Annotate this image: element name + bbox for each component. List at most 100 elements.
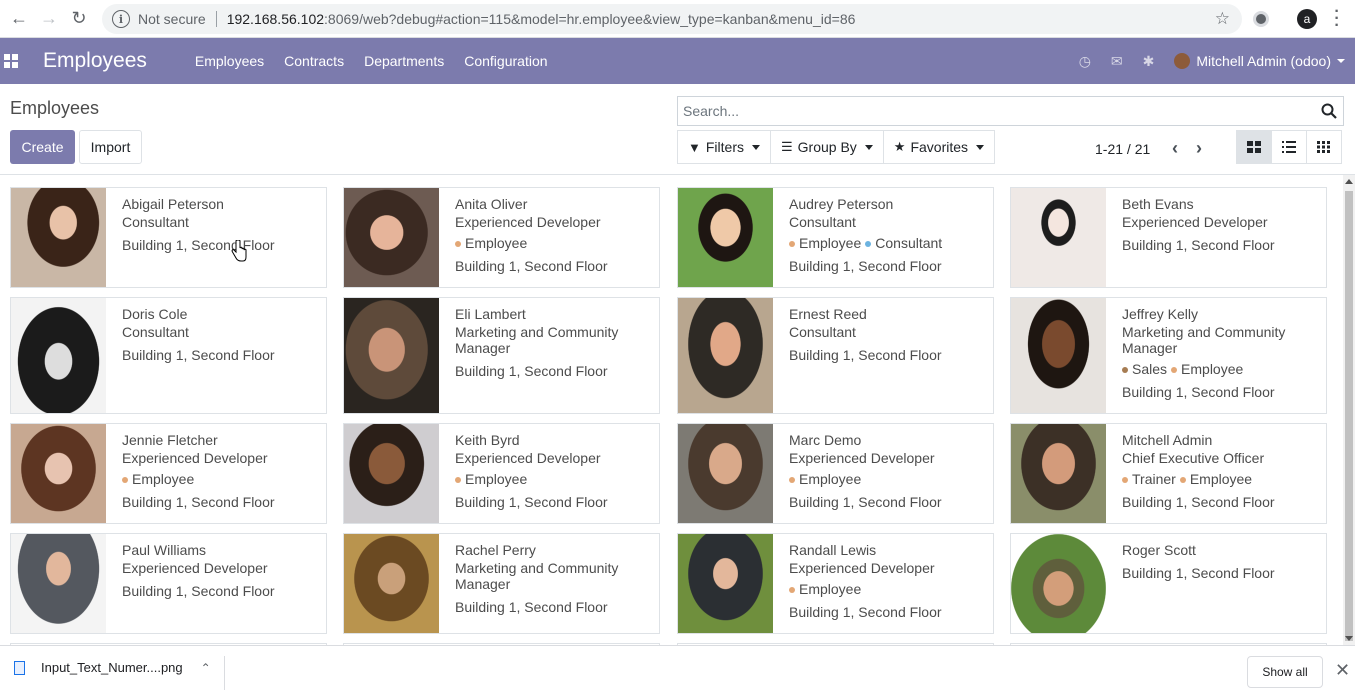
employee-card[interactable]: Randall Lewis Experienced Developer Employ… [677, 533, 994, 634]
pager-value[interactable]: 1-21 / 21 [1095, 141, 1150, 157]
employee-details: Jeffrey Kelly Marketing and Community Man… [1106, 298, 1326, 413]
control-panel: Employees Create Import ▼Filters ☰ Group … [0, 84, 1355, 175]
bookmark-star-icon[interactable]: ☆ [1215, 9, 1230, 29]
download-file-name[interactable]: Input_Text_Numer....png [41, 660, 183, 675]
chevron-down-icon [752, 144, 760, 150]
employee-card[interactable]: Ernest Reed Consultant Building 1, Second … [677, 297, 994, 414]
list-bars-icon: ☰ [781, 139, 793, 154]
employee-job-title: Consultant [122, 214, 189, 230]
show-all-button[interactable]: Show all [1247, 656, 1323, 688]
chat-bubbles-icon[interactable]: ✉ [1111, 53, 1123, 70]
breadcrumb: Employees [10, 98, 100, 118]
employee-card[interactable]: Jeffrey Kelly Marketing and Community Man… [1010, 297, 1327, 414]
employee-tags: Trainer Employee [1122, 471, 1275, 487]
create-button[interactable]: Create [10, 130, 75, 164]
employee-card[interactable]: Abigail Peterson Consultant Building 1, Se… [10, 187, 327, 288]
extension-icon[interactable] [1253, 11, 1269, 27]
pager-next-icon[interactable]: › [1187, 136, 1211, 160]
search-options: ▼ Filters ☰ Group By ★ Favorites [677, 130, 996, 164]
info-icon[interactable]: i [112, 10, 130, 28]
employee-name: Mitchell Admin [1122, 432, 1213, 448]
employee-card[interactable]: Doris Cole Consultant Building 1, Second F… [10, 297, 327, 414]
employee-card[interactable]: Rachel Perry Marketing and Community Mana… [343, 533, 660, 634]
filters-dropdown[interactable]: ▼ Filters [677, 130, 771, 164]
employee-card[interactable]: Beth Evans Experienced Developer Building … [1010, 187, 1327, 288]
chevron-up-icon[interactable]: ⌃ [201, 661, 211, 675]
menu-departments[interactable]: Departments [364, 53, 444, 69]
employee-card[interactable]: Mitchell Admin Chief Executive Officer Tra… [1010, 423, 1327, 524]
search-icon[interactable] [1321, 103, 1337, 119]
back-arrow-icon[interactable]: ← [4, 4, 34, 34]
image-file-icon [14, 660, 25, 675]
user-name[interactable]: Mitchell Admin (odoo) [1196, 53, 1331, 69]
employee-location: Building 1, Second Floor [122, 237, 275, 253]
employee-location: Building 1, Second Floor [122, 494, 275, 510]
chevron-down-icon[interactable] [1337, 59, 1345, 63]
employee-details: Ernest Reed Consultant Building 1, Second … [773, 298, 950, 413]
activity-clock-icon[interactable]: ◷ [1079, 53, 1091, 70]
employee-details: Doris Cole Consultant Building 1, Second F… [106, 298, 283, 413]
app-title[interactable]: Employees [43, 49, 147, 73]
employee-details: Beth Evans Experienced Developer Building … [1106, 188, 1283, 287]
employee-card[interactable]: Audrey Peterson Consultant Employee Consult… [677, 187, 994, 288]
groupby-dropdown[interactable]: ☰ Group By [770, 130, 884, 164]
address-bar[interactable]: i Not secure 192.168.56.102:8069/web?deb… [102, 4, 1242, 34]
tag-label: Employee [465, 471, 528, 487]
employee-name: Doris Cole [122, 306, 188, 322]
menu-contracts[interactable]: Contracts [284, 53, 344, 69]
menu-configuration[interactable]: Configuration [464, 53, 547, 69]
top-menu: Employees Contracts Departments Configur… [195, 53, 568, 69]
employee-job-title: Marketing and Community Manager [455, 560, 619, 592]
employee-location: Building 1, Second Floor [789, 494, 942, 510]
employee-job-title: Experienced Developer [455, 214, 601, 230]
employee-job-title: Marketing and Community Manager [455, 324, 619, 356]
employee-card[interactable]: Roger Scott Building 1, Second Floor [1010, 533, 1327, 634]
employee-card[interactable]: Anita Oliver Experienced Developer Employe… [343, 187, 660, 288]
security-label: Not secure [138, 11, 206, 27]
scroll-up-icon[interactable] [1345, 179, 1353, 184]
filter-icon: ▼ [688, 139, 701, 155]
employee-tag: Employee [789, 471, 861, 487]
tag-label: Consultant [875, 235, 943, 251]
employee-card[interactable]: Marc Demo Experienced Developer Employee Bu… [677, 423, 994, 524]
employee-tag: Employee [1171, 361, 1243, 377]
employee-card[interactable]: Eli Lambert Marketing and Community Manag… [343, 297, 660, 414]
tag-color-dot [1122, 477, 1128, 484]
profile-avatar[interactable]: a [1297, 9, 1317, 29]
menu-employees[interactable]: Employees [195, 53, 264, 69]
employee-details: Keith Byrd Experienced Developer Employee B… [439, 424, 616, 523]
debug-bug-icon[interactable]: ✱ [1143, 53, 1155, 70]
activity-view-button[interactable] [1306, 130, 1342, 164]
search-input[interactable] [678, 103, 1298, 119]
kanban-view-button[interactable] [1236, 130, 1272, 164]
close-icon[interactable]: ✕ [1335, 660, 1350, 681]
employee-job-title: Experienced Developer [122, 560, 268, 576]
scrollbar-thumb[interactable] [1345, 191, 1353, 641]
employee-details: Roger Scott Building 1, Second Floor [1106, 534, 1283, 633]
employee-tags: Employee [455, 235, 608, 251]
scrollbar[interactable] [1343, 175, 1355, 645]
employee-name: Paul Williams [122, 542, 207, 558]
groupby-label: Group By [797, 139, 857, 155]
reload-icon[interactable]: ↻ [64, 4, 94, 34]
search-box [677, 96, 1344, 126]
tag-color-dot [1179, 477, 1186, 484]
employee-card[interactable]: Paul Williams Experienced Developer Buildi… [10, 533, 327, 634]
employee-photo [1011, 534, 1106, 633]
download-item[interactable]: Input_Text_Numer....png ⌃ [14, 660, 211, 675]
employee-card[interactable]: Keith Byrd Experienced Developer Employee B… [343, 423, 660, 524]
favorites-dropdown[interactable]: ★ Favorites [882, 130, 996, 164]
browser-menu-icon[interactable]: · · · [1333, 4, 1341, 34]
pager-previous-icon[interactable]: ‹ [1163, 136, 1187, 160]
user-avatar[interactable] [1174, 53, 1191, 69]
forward-arrow-icon[interactable]: → [34, 4, 64, 34]
apps-menu-icon[interactable] [4, 54, 18, 68]
import-button[interactable]: Import [79, 130, 142, 164]
scroll-down-icon[interactable] [1345, 636, 1353, 641]
view-switcher [1236, 130, 1342, 164]
employee-card[interactable]: Jennie Fletcher Experienced Developer Empl… [10, 423, 327, 524]
employee-name: Ernest Reed [789, 306, 867, 322]
employee-location: Building 1, Second Floor [1122, 237, 1275, 253]
employee-location: Building 1, Second Floor [455, 258, 608, 274]
list-view-button[interactable] [1271, 130, 1307, 164]
